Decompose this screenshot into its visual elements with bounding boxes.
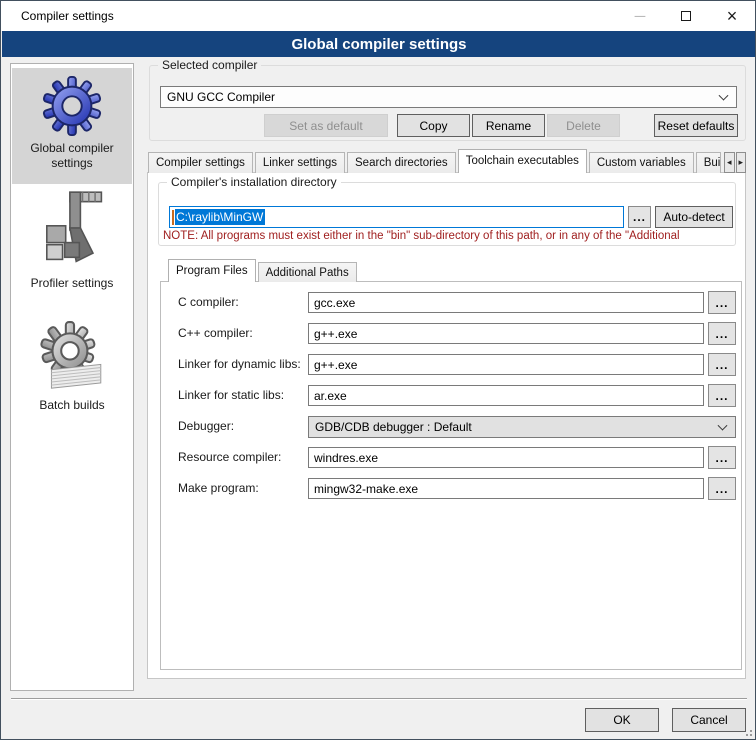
tab-custom-variables[interactable]: Custom variables (589, 152, 694, 173)
sidebar-item-batch-builds[interactable]: Batch builds (12, 320, 132, 420)
maximize-button[interactable] (663, 1, 709, 31)
text-caret (172, 210, 174, 225)
delete-button: Delete (547, 114, 620, 137)
debugger-select[interactable]: GDB/CDB debugger : Default (308, 416, 736, 438)
reset-defaults-button[interactable]: Reset defaults (654, 114, 738, 137)
cancel-button[interactable]: Cancel (672, 708, 746, 732)
batch-builds-icon (35, 320, 109, 394)
install-dir-input[interactable]: C:\raylib\MinGW (169, 206, 624, 228)
c-compiler-input[interactable] (308, 292, 704, 313)
minimize-icon: ─ (635, 8, 646, 25)
close-button[interactable]: × (709, 1, 755, 31)
cpp-compiler-label: C++ compiler: (178, 326, 253, 340)
blue-gear-icon (41, 75, 103, 137)
sidebar-item-label: Global compiler settings (20, 141, 124, 171)
tab-toolchain-executables[interactable]: Toolchain executables (458, 149, 587, 173)
cpp-compiler-input[interactable] (308, 323, 704, 344)
compiler-tabs: Compiler settings Linker settings Search… (148, 149, 746, 173)
tab-additional-paths[interactable]: Additional Paths (258, 262, 357, 282)
install-dir-selected-text: C:\raylib\MinGW (175, 209, 265, 225)
cpp-compiler-browse-button[interactable]: ... (708, 322, 736, 345)
window-title: Compiler settings (21, 9, 114, 23)
linker-dynamic-label: Linker for dynamic libs: (178, 357, 301, 371)
tab-linker-settings[interactable]: Linker settings (255, 152, 345, 173)
rename-button[interactable]: Rename (472, 114, 545, 137)
install-dir-note: NOTE: All programs must exist either in … (163, 230, 733, 242)
make-program-label: Make program: (178, 481, 259, 495)
toolchain-executables-page: Compiler's installation directory C:\ray… (147, 172, 746, 679)
sidebar-item-global-compiler-settings[interactable]: Global compiler settings (12, 68, 132, 184)
selected-compiler-group: Selected compiler GNU GCC Compiler Set a… (149, 65, 746, 141)
chevron-down-icon (719, 91, 729, 101)
set-as-default-button: Set as default (264, 114, 388, 137)
ok-button[interactable]: OK (585, 708, 659, 732)
program-files-tabs: Program Files Additional Paths (168, 259, 359, 282)
install-dir-legend: Compiler's installation directory (167, 175, 341, 189)
titlebar[interactable]: Compiler settings ─ × (1, 1, 755, 31)
linker-dynamic-input[interactable] (308, 354, 704, 375)
install-dir-group: Compiler's installation directory C:\ray… (158, 182, 736, 246)
arrow-right-icon: ▸ (739, 157, 744, 168)
debugger-label: Debugger: (178, 419, 234, 433)
sidebar-item-profiler-settings[interactable]: Profiler settings (12, 188, 132, 298)
install-dir-browse-button[interactable]: ... (628, 206, 651, 228)
tab-scroll-right-button[interactable]: ▸ (736, 152, 746, 173)
tab-scroll-left-button[interactable]: ◂ (724, 152, 734, 173)
caliper-icon (34, 188, 110, 272)
selected-compiler-legend: Selected compiler (158, 58, 261, 72)
tab-compiler-settings[interactable]: Compiler settings (148, 152, 253, 173)
footer-divider (11, 698, 747, 700)
maximize-icon (681, 11, 691, 21)
c-compiler-label: C compiler: (178, 295, 239, 309)
sidebar-item-label: Profiler settings (31, 276, 114, 291)
make-program-input[interactable] (308, 478, 704, 499)
resize-grip[interactable] (742, 726, 752, 736)
resource-compiler-input[interactable] (308, 447, 704, 468)
tab-program-files[interactable]: Program Files (168, 259, 256, 282)
debugger-select-value: GDB/CDB debugger : Default (315, 420, 472, 434)
arrow-left-icon: ◂ (727, 157, 732, 168)
compiler-settings-dialog: Compiler settings ─ × Global compiler se… (0, 0, 756, 740)
program-files-page: C compiler: ... C++ compiler: ... Linker… (160, 281, 742, 670)
make-program-browse-button[interactable]: ... (708, 477, 736, 500)
settings-category-sidebar: Global compiler settings Profiler settin… (10, 63, 134, 691)
resource-compiler-label: Resource compiler: (178, 450, 281, 464)
tab-search-directories[interactable]: Search directories (347, 152, 456, 173)
c-compiler-browse-button[interactable]: ... (708, 291, 736, 314)
linker-dynamic-browse-button[interactable]: ... (708, 353, 736, 376)
compiler-select-value: GNU GCC Compiler (167, 90, 275, 104)
minimize-button: ─ (617, 1, 663, 31)
linker-static-browse-button[interactable]: ... (708, 384, 736, 407)
close-icon: × (727, 6, 738, 27)
banner-title: Global compiler settings (2, 31, 756, 57)
auto-detect-button[interactable]: Auto-detect (655, 206, 733, 228)
sidebar-item-label: Batch builds (39, 398, 104, 413)
linker-static-label: Linker for static libs: (178, 388, 284, 402)
chevron-down-icon (718, 421, 728, 431)
linker-static-input[interactable] (308, 385, 704, 406)
resource-compiler-browse-button[interactable]: ... (708, 446, 736, 469)
copy-button[interactable]: Copy (397, 114, 470, 137)
tab-build-options[interactable]: Build options (696, 152, 721, 173)
compiler-select[interactable]: GNU GCC Compiler (160, 86, 737, 108)
